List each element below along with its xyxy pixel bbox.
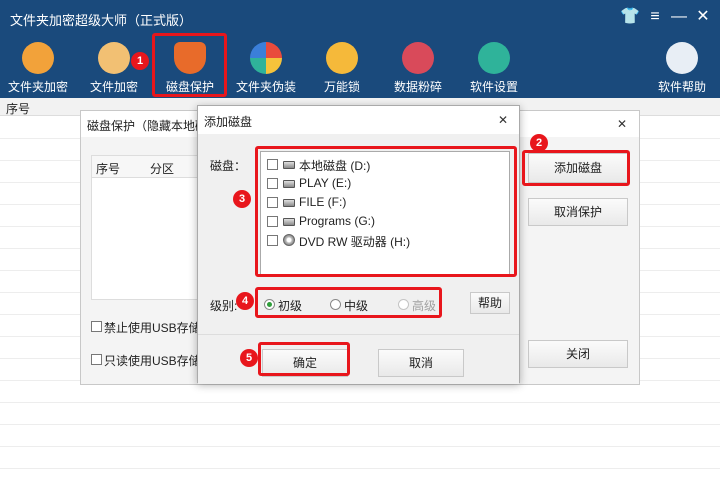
- column-header-partition: 分区: [150, 162, 175, 176]
- toolbar-label: 文件夹加密: [7, 80, 68, 94]
- palette-icon: [250, 42, 282, 74]
- close-icon[interactable]: ✕: [617, 115, 627, 133]
- usb-disable-label: 禁止使用USB存储: [104, 321, 201, 335]
- menu-icon[interactable]: ≡: [646, 8, 664, 26]
- folder-lock-icon: [22, 42, 54, 74]
- highlight-ok: [258, 342, 350, 376]
- highlight-disk-protect: [152, 33, 227, 97]
- add-disk-title-bar: 添加磁盘 ✕: [198, 106, 519, 134]
- toolbar-label: 文件夹伪装: [235, 80, 296, 94]
- toolbar-label: 数据粉碎: [393, 80, 442, 94]
- highlight-level: [255, 287, 442, 318]
- cancel-protect-button[interactable]: 取消保护: [528, 198, 628, 226]
- skin-icon[interactable]: 👕: [620, 8, 640, 26]
- disk-protect-title: 磁盘保护（隐藏本地磁: [87, 119, 208, 133]
- row-divider: [0, 424, 720, 425]
- level-label: 级别:: [210, 299, 238, 313]
- scissors-icon: [402, 42, 434, 74]
- toolbar-settings[interactable]: 软件设置: [457, 36, 531, 98]
- toolbar-folder-disguise[interactable]: 文件夹伪装: [229, 36, 303, 98]
- column-header-index: 序号: [96, 162, 121, 176]
- usb-readonly-label: 只读使用USB存储: [104, 354, 201, 368]
- gear-icon: [478, 42, 510, 74]
- annotation-badge: 4: [236, 292, 254, 310]
- title-bar: 文件夹加密超级大师（正式版） 👕 ≡ — ✕: [0, 0, 720, 36]
- protected-disk-table: 序号 分区: [91, 155, 201, 300]
- minimize-button[interactable]: —: [670, 8, 688, 26]
- highlight-add-disk: [522, 150, 630, 186]
- disk-label: 磁盘：: [210, 159, 247, 173]
- cancel-button[interactable]: 取消: [378, 349, 464, 377]
- usb-readonly-checkbox[interactable]: [91, 354, 102, 365]
- app-title: 文件夹加密超级大师（正式版）: [10, 13, 193, 28]
- padlock-icon: [326, 42, 358, 74]
- toolbar-help[interactable]: 软件帮助: [645, 36, 719, 98]
- close-app-button[interactable]: ✕: [694, 8, 712, 26]
- row-divider: [0, 446, 720, 447]
- annotation-badge: 3: [233, 190, 251, 208]
- toolbar-universal-lock[interactable]: 万能锁: [305, 36, 379, 98]
- row-divider: [0, 402, 720, 403]
- main-toolbar: 文件夹加密 文件加密 磁盘保护 文件夹伪装 万能锁 数据粉碎 软件设置 软件帮助: [0, 36, 720, 98]
- toolbar-label: 软件设置: [469, 80, 518, 94]
- toolbar-label: 软件帮助: [657, 80, 706, 94]
- row-divider: [0, 468, 720, 469]
- annotation-badge: 1: [131, 52, 149, 70]
- help-button[interactable]: 帮助: [470, 292, 510, 314]
- close-icon[interactable]: ✕: [498, 111, 508, 129]
- toolbar-folder-encrypt[interactable]: 文件夹加密: [1, 36, 75, 98]
- table-header: 序号 分区: [92, 156, 200, 178]
- add-disk-title: 添加磁盘: [204, 115, 253, 129]
- highlight-disk-list: [255, 146, 517, 277]
- annotation-badge: 5: [240, 349, 258, 367]
- toolbar-label: 文件加密: [89, 80, 138, 94]
- usb-disable-checkbox[interactable]: [91, 321, 102, 332]
- column-header-index: 序号: [6, 102, 31, 116]
- toolbar-data-shred[interactable]: 数据粉碎: [381, 36, 455, 98]
- close-window-button[interactable]: 关闭: [528, 340, 628, 368]
- file-lock-icon: [98, 42, 130, 74]
- toolbar-label: 万能锁: [323, 80, 360, 94]
- annotation-badge: 2: [530, 134, 548, 152]
- user-help-icon: [666, 42, 698, 74]
